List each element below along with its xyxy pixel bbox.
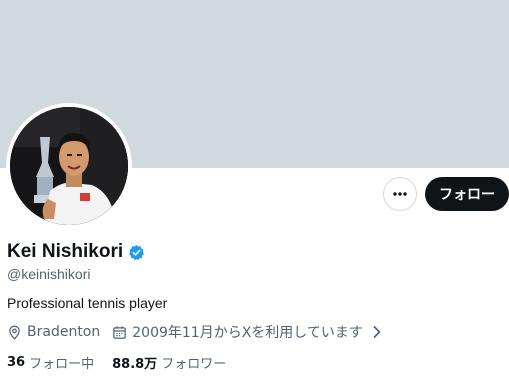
- more-options-button[interactable]: [383, 177, 417, 211]
- user-handle: @keinishikori: [7, 266, 91, 282]
- follow-stats: 36 フォロー中 88.8万 フォロワー: [7, 353, 226, 372]
- profile-meta: Bradenton 2009年11月からXを利用しています: [7, 322, 382, 342]
- avatar-ring: [6, 103, 132, 229]
- display-name: Kei Nishikori: [7, 241, 124, 262]
- chevron-right-icon: [372, 326, 382, 338]
- map-pin-icon: [9, 325, 20, 340]
- profile-page: フォロー Kei Nishikori @keinishikori Profess…: [0, 0, 509, 382]
- location-text: Bradenton: [27, 324, 101, 340]
- verified-badge-icon[interactable]: [128, 244, 145, 261]
- joined-text: 2009年11月からXを利用しています: [132, 325, 363, 341]
- more-horizontal-icon: [393, 192, 407, 196]
- followers-count: 88.8万: [112, 357, 158, 372]
- joined-item[interactable]: 2009年11月からXを利用しています: [112, 322, 382, 342]
- avatar-photo: [10, 107, 128, 225]
- followers-link[interactable]: 88.8万 フォロワー: [112, 353, 226, 372]
- avatar[interactable]: [10, 107, 128, 225]
- name-row: Kei Nishikori: [7, 241, 145, 263]
- followers-label: フォロワー: [161, 357, 227, 372]
- following-label: フォロー中: [29, 357, 95, 372]
- following-count: 36: [7, 355, 26, 370]
- following-link[interactable]: 36 フォロー中: [7, 353, 94, 372]
- calendar-icon: [113, 325, 126, 339]
- location-item: Bradenton: [7, 324, 100, 340]
- profile-bio: Professional tennis player: [7, 295, 168, 311]
- follow-button[interactable]: フォロー: [425, 177, 509, 211]
